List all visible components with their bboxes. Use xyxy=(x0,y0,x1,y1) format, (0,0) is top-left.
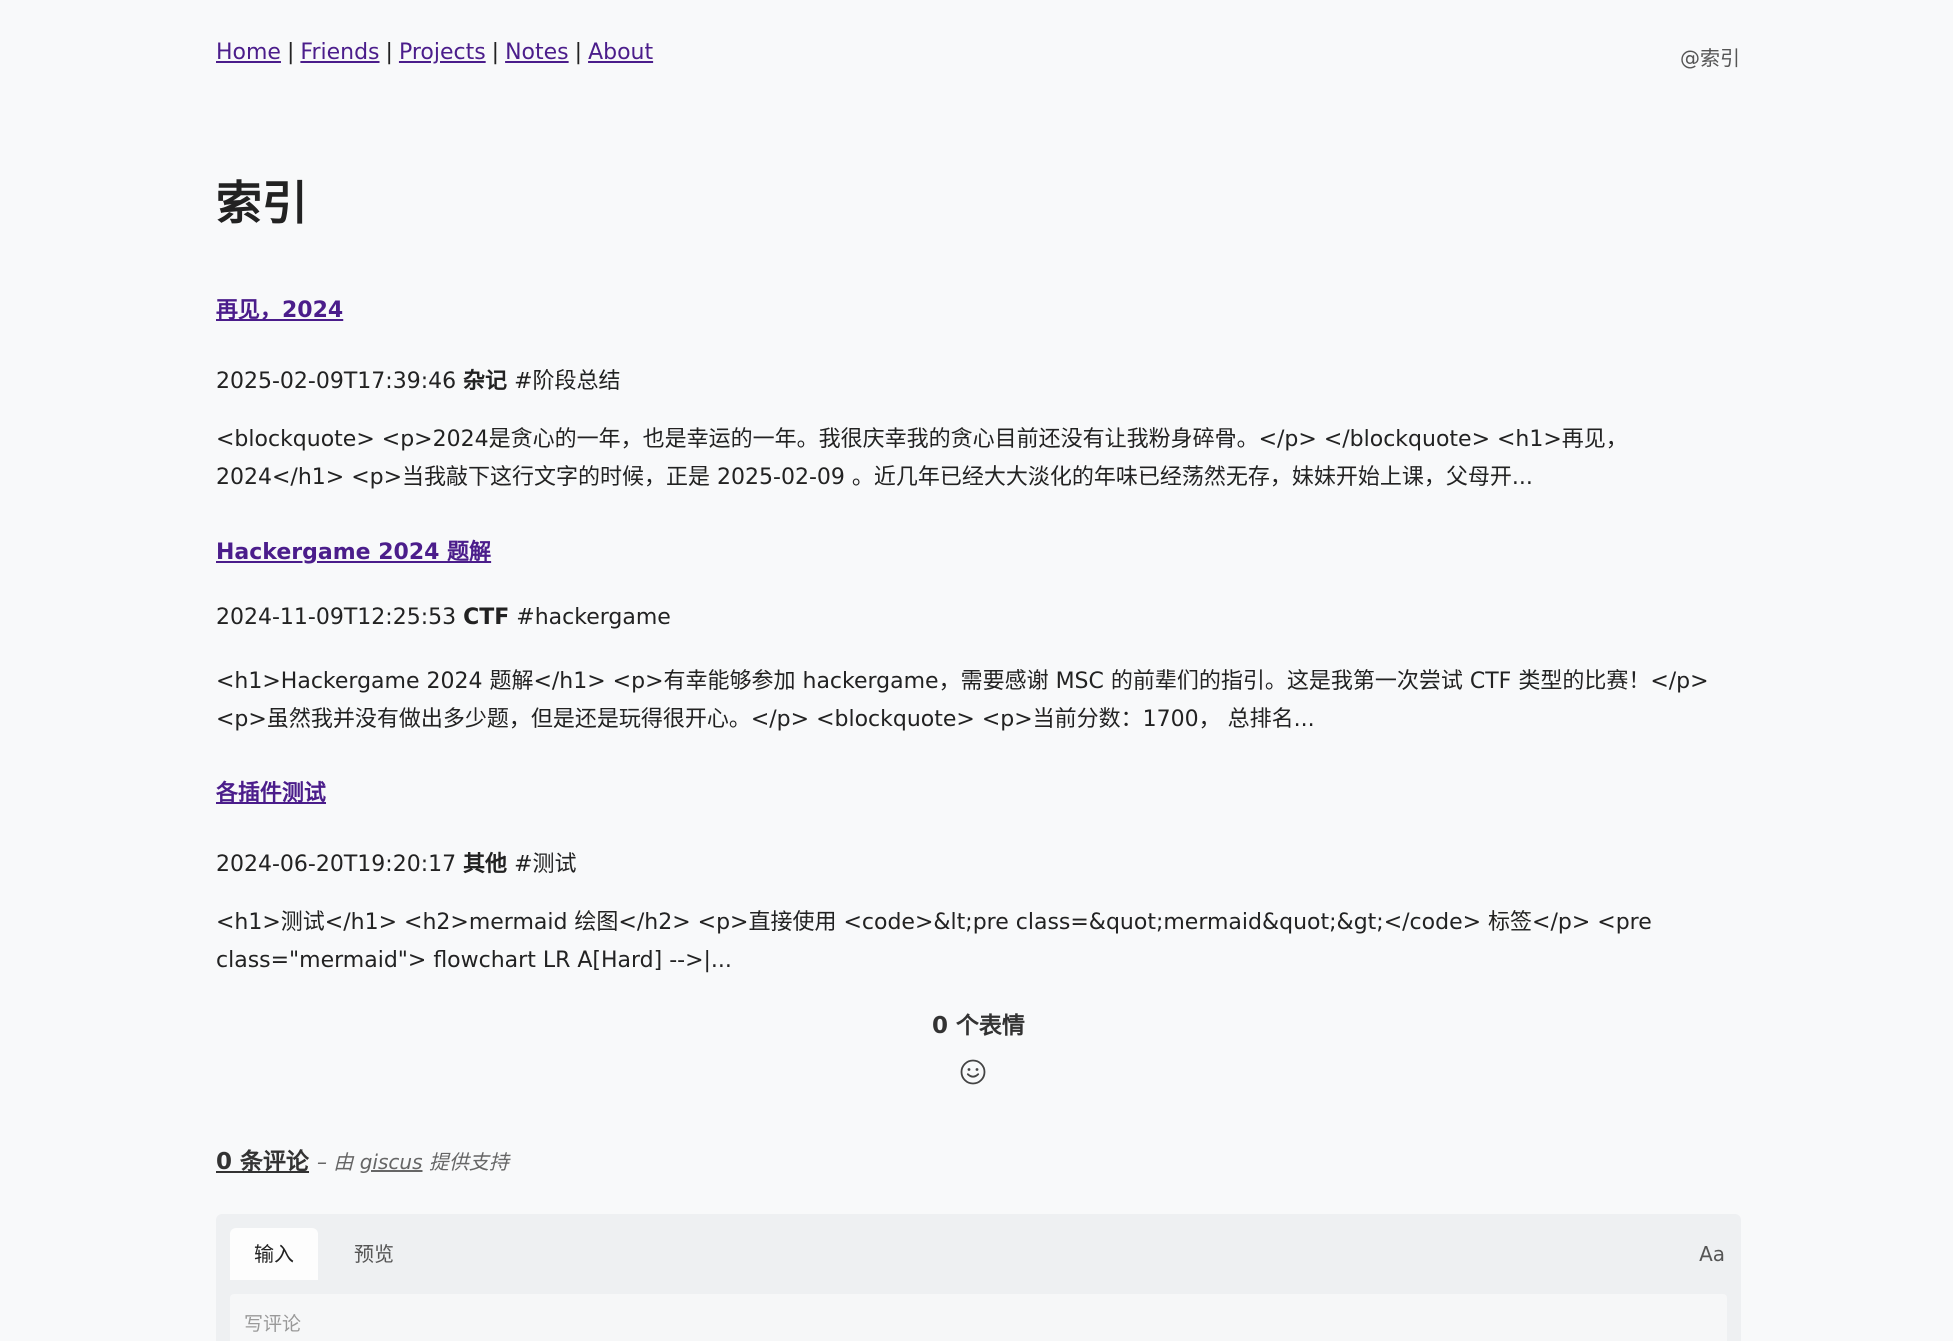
giscus-link[interactable]: giscus xyxy=(360,1150,423,1174)
post-date: 2025-02-09T17:39:46 xyxy=(216,369,457,394)
post-title-link[interactable]: 各插件测试 xyxy=(216,775,326,807)
post-meta: 2025-02-09T17:39:46 杂记 #阶段总结 xyxy=(216,363,621,395)
post-excerpt: <blockquote> <p>2024是贪心的一年，也是幸运的一年。我很庆幸我… xyxy=(216,427,1628,490)
powered-by-prefix: – 由 xyxy=(317,1150,360,1174)
comment-editor: 输入 预览 Aa xyxy=(216,1214,1741,1341)
powered-by: – 由 giscus 提供支持 xyxy=(317,1150,509,1174)
nav-separator: | xyxy=(491,40,500,65)
post-meta: 2024-06-20T19:20:17 其他 #测试 xyxy=(216,846,577,878)
nav-projects-link[interactable]: Projects xyxy=(399,40,486,65)
nav-separator: | xyxy=(574,40,583,65)
tab-write[interactable]: 输入 xyxy=(230,1228,318,1280)
smiley-icon[interactable] xyxy=(959,1058,987,1086)
top-nav: Home | Friends | Projects | Notes | About xyxy=(216,40,653,65)
post-meta: 2024-11-09T12:25:53 CTF #hackergame xyxy=(216,605,671,630)
comments-header: 0 条评论 – 由 giscus 提供支持 xyxy=(216,1142,509,1176)
post-title-link[interactable]: Hackergame 2024 题解 xyxy=(216,534,491,566)
post-excerpt: <h1>Hackergame 2024 题解</h1> <p>有幸能够参加 ha… xyxy=(216,669,1709,732)
breadcrumb: @索引 xyxy=(1680,46,1740,70)
comments-count[interactable]: 0 条评论 xyxy=(216,1149,309,1175)
post-tag: #阶段总结 xyxy=(514,369,621,394)
post-title-link[interactable]: 再见，2024 xyxy=(216,292,343,324)
nav-separator: | xyxy=(385,40,393,65)
post-date: 2024-06-20T19:20:17 xyxy=(216,852,457,877)
page-title: 索引 xyxy=(216,176,308,230)
post-category: CTF xyxy=(463,605,510,630)
nav-home-link[interactable]: Home xyxy=(216,40,281,65)
nav-notes-link[interactable]: Notes xyxy=(505,40,569,65)
nav-friends-link[interactable]: Friends xyxy=(300,40,379,65)
post-tag: #hackergame xyxy=(516,605,671,630)
post-category: 杂记 xyxy=(463,369,508,394)
reactions-count: 0 个表情 xyxy=(931,1013,1025,1039)
post-tag: #测试 xyxy=(514,852,577,877)
post-date: 2024-11-09T12:25:53 xyxy=(216,605,457,630)
page: Home | Friends | Projects | Notes | About @索引 索引… xyxy=(0,0,1953,1341)
powered-by-suffix: 提供支持 xyxy=(422,1150,509,1174)
tab-preview[interactable]: 预览 xyxy=(330,1228,418,1280)
nav-separator: | xyxy=(286,40,295,65)
comment-input[interactable] xyxy=(230,1294,1727,1341)
nav-about-link[interactable]: About xyxy=(588,40,653,65)
format-toggle-button[interactable]: Aa xyxy=(1699,1228,1725,1280)
post-excerpt: <h1>测试</h1> <h2>mermaid 绘图</h2> <p>直接使用 … xyxy=(216,910,1652,973)
post-category: 其他 xyxy=(463,852,508,877)
